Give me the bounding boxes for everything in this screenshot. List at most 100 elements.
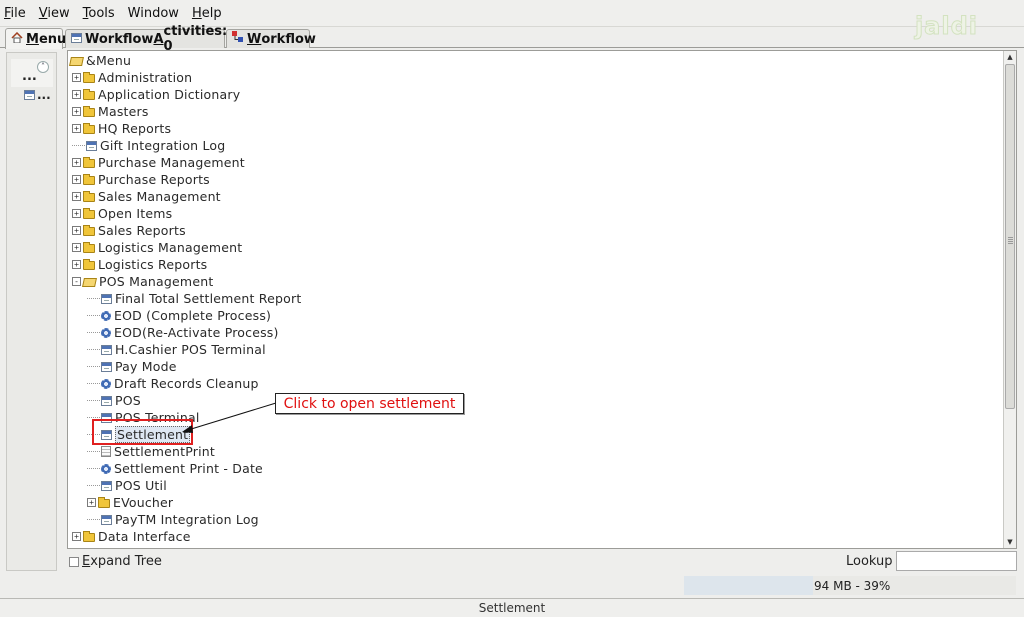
tree-item[interactable]: + Sales Management — [72, 188, 221, 205]
tree-item[interactable]: SettlementPrint — [87, 443, 215, 460]
tree-item[interactable]: Draft Records Cleanup — [87, 375, 259, 392]
tree-item[interactable]: + Masters — [72, 103, 149, 120]
tree-connector — [87, 315, 100, 316]
tree-connector — [87, 417, 100, 418]
tree-item[interactable]: + Logistics Reports — [72, 256, 207, 273]
tree-connector — [87, 298, 100, 299]
tree-item[interactable]: + Logistics Management — [72, 239, 242, 256]
status-bar: Settlement — [0, 598, 1024, 617]
collapse-icon[interactable]: - — [72, 277, 81, 286]
tree-item-label: H.Cashier POS Terminal — [115, 342, 266, 357]
expand-icon[interactable]: + — [72, 73, 81, 82]
scroll-down-icon[interactable]: ▼ — [1004, 536, 1016, 548]
gear-icon — [101, 310, 111, 321]
tree-item-label: Draft Records Cleanup — [114, 376, 259, 391]
expand-icon[interactable]: + — [72, 243, 81, 252]
tree-item-label: Final Total Settlement Report — [115, 291, 302, 306]
folder-icon — [83, 123, 95, 134]
tree-item-label: Administration — [98, 70, 193, 85]
tree-item[interactable]: + Purchase Management — [72, 154, 245, 171]
window-icon — [101, 293, 112, 304]
tree-item[interactable]: EOD (Complete Process) — [87, 307, 271, 324]
tree-item[interactable]: PayTM Integration Log — [87, 511, 259, 528]
collapse-icon[interactable]: ˄ — [37, 61, 49, 73]
menu-tools[interactable]: Tools — [83, 6, 115, 21]
home-icon — [11, 31, 23, 47]
callout-label: Click to open settlement — [275, 393, 464, 414]
folder-icon — [83, 225, 95, 236]
tree-item[interactable]: +CMS — [72, 545, 126, 548]
expand-icon[interactable]: + — [72, 209, 81, 218]
menu-window[interactable]: Window — [128, 6, 179, 21]
tree-item[interactable]: Pay Mode — [87, 358, 177, 375]
tree-root-label: &Menu — [86, 53, 132, 68]
tree-item-label: Application Dictionary — [98, 87, 241, 102]
tree-item-label: Logistics Management — [98, 240, 243, 255]
tab-menu[interactable]: Menu — [5, 28, 66, 49]
tree-item-label: EVoucher — [113, 495, 174, 510]
tree-item[interactable]: + Application Dictionary — [72, 86, 240, 103]
folder-icon — [83, 531, 95, 542]
expand-icon[interactable]: + — [72, 192, 81, 201]
window-icon — [86, 140, 97, 151]
expand-icon[interactable]: + — [87, 498, 96, 507]
gear-icon — [101, 378, 111, 389]
tree-item[interactable]: POS — [87, 392, 141, 409]
menu-view[interactable]: View — [39, 6, 70, 21]
tree-item[interactable]: POS Util — [87, 477, 167, 494]
folder-icon — [83, 157, 95, 168]
tree-root[interactable]: &Menu — [69, 52, 132, 69]
expand-tree-checkbox[interactable]: Expand Tree — [69, 554, 162, 569]
gear-icon — [101, 463, 111, 474]
workflow-icon — [232, 31, 244, 47]
expand-icon[interactable]: + — [72, 226, 81, 235]
tree-item[interactable]: + Purchase Reports — [72, 171, 210, 188]
settlement-highlight-box — [92, 419, 193, 445]
tree-item[interactable]: + HQ Reports — [72, 120, 171, 137]
menu-file[interactable]: File — [4, 6, 26, 21]
menu-help[interactable]: Help — [192, 6, 222, 21]
left-panel-item[interactable]: ... — [24, 88, 51, 102]
checkbox-icon[interactable] — [69, 556, 79, 567]
expand-icon[interactable]: + — [72, 90, 81, 99]
tab-workflow-activities[interactable]: Workflow Activities: 0 — [65, 24, 227, 54]
folder-icon — [98, 497, 110, 508]
tree-item-label: Open Items — [98, 206, 173, 221]
tree-item[interactable]: EOD(Re-Activate Process) — [87, 324, 279, 341]
tree-item[interactable]: - POS Management — [72, 273, 213, 290]
tree-item[interactable]: Final Total Settlement Report — [87, 290, 301, 307]
tree-item[interactable]: Settlement Print - Date — [87, 460, 263, 477]
left-panel: ... — [6, 52, 57, 571]
expand-icon[interactable]: + — [72, 124, 81, 133]
tab-workflow[interactable]: Workflow — [226, 29, 316, 48]
tree-item[interactable]: + Administration — [72, 69, 192, 86]
expand-icon[interactable]: + — [72, 158, 81, 167]
tree-scrollbar[interactable]: ▲ ▼ — [1003, 51, 1016, 548]
expand-icon[interactable]: + — [72, 107, 81, 116]
lookup-input[interactable] — [896, 551, 1017, 571]
expand-icon[interactable]: + — [72, 532, 81, 541]
expand-tree-label: xpand Tree — [90, 554, 162, 569]
tree-item[interactable]: + EVoucher — [87, 494, 173, 511]
scroll-thumb[interactable] — [1005, 64, 1015, 409]
tree-item[interactable]: + Open Items — [72, 205, 172, 222]
memory-bar[interactable]: 94 MB - 39% — [684, 576, 1016, 595]
tree-item-label: EOD (Complete Process) — [114, 308, 272, 323]
tree-connector — [87, 349, 100, 350]
scroll-up-icon[interactable]: ▲ — [1004, 51, 1016, 63]
tree-item[interactable]: H.Cashier POS Terminal — [87, 341, 266, 358]
expand-icon[interactable]: + — [72, 260, 81, 269]
tree-item-label: HQ Reports — [98, 121, 172, 136]
report-icon — [101, 446, 111, 457]
tree-item-label: CMS — [98, 546, 126, 548]
tree-item-label: PayTM Integration Log — [115, 512, 259, 527]
expand-icon[interactable]: + — [72, 175, 81, 184]
tree-item[interactable]: + Sales Reports — [72, 222, 186, 239]
tree-item[interactable]: + Data Interface — [72, 528, 191, 545]
tree-connector — [87, 519, 100, 520]
tree-item-label: Masters — [98, 104, 149, 119]
tree-item-label: Pay Mode — [115, 359, 177, 374]
window-icon — [71, 32, 82, 47]
tree-item[interactable]: Gift Integration Log — [72, 137, 225, 154]
tab-strip: Menu Workflow Activities: 0 Workflow — [0, 24, 1024, 54]
